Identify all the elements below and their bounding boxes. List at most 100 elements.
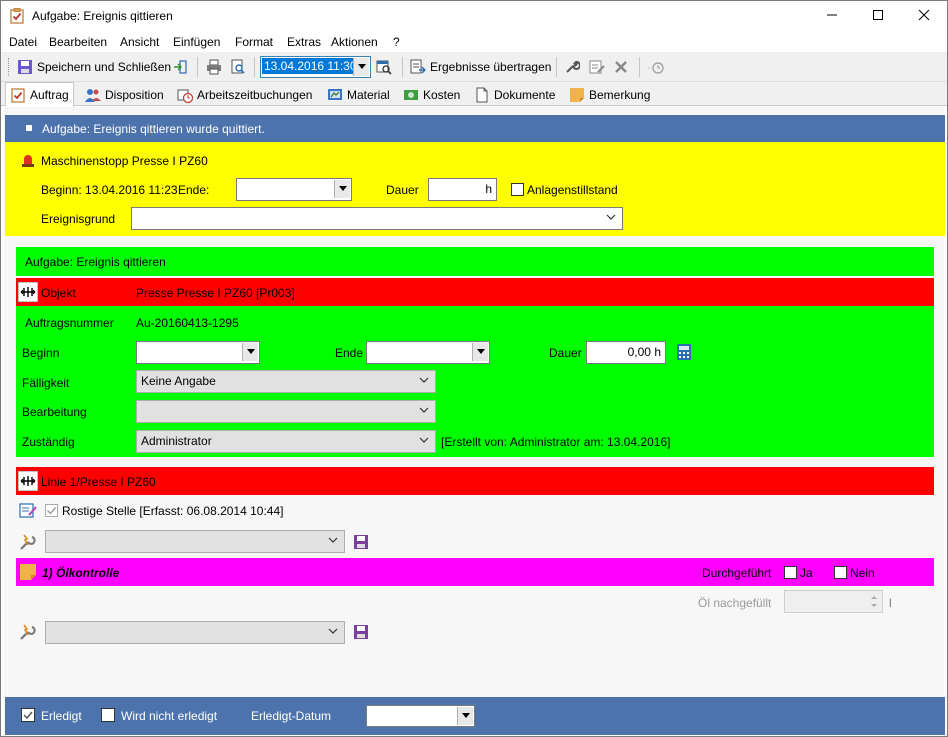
menu-format[interactable]: Format: [235, 35, 273, 49]
toolbar: Speichern und Schließen 13.04.2016 11:30…: [1, 52, 947, 82]
menu-ansicht[interactable]: Ansicht: [120, 35, 159, 49]
print-button[interactable]: [206, 56, 222, 78]
action-tools-icon[interactable]: [19, 533, 37, 551]
menu-einfuegen[interactable]: Einfügen: [173, 35, 220, 49]
date-picker-dropdown[interactable]: [353, 58, 369, 76]
save-icon: [18, 60, 32, 74]
line-action-select[interactable]: [45, 530, 345, 553]
task-duration-field[interactable]: 0,00 h: [586, 341, 666, 364]
event-end-dropdown[interactable]: [334, 180, 350, 198]
document-icon: [476, 87, 488, 103]
task-end-field[interactable]: [366, 341, 490, 364]
event-section: Maschinenstopp Presse I PZ60 Beginn: 13.…: [5, 142, 945, 236]
save-close-button[interactable]: Speichern und Schließen: [17, 56, 171, 78]
task-end-dropdown[interactable]: [472, 343, 488, 361]
edit-list-button[interactable]: [589, 56, 605, 78]
check-row: 1) Ölkontrolle Durchgeführt Ja Nein: [16, 558, 934, 586]
responsible-select[interactable]: Administrator: [136, 430, 436, 453]
task-duration-label: Dauer: [549, 346, 582, 360]
chevron-down-icon: [606, 214, 616, 220]
task-check-icon: [11, 87, 25, 103]
tab-disposition-label: Disposition: [105, 88, 164, 102]
close-button[interactable]: [901, 1, 947, 32]
done-date-label: Erledigt-Datum: [251, 709, 332, 723]
menu-help[interactable]: ?: [393, 35, 400, 49]
schedule-button[interactable]: [647, 56, 665, 78]
chevron-down-icon: [419, 437, 429, 443]
finding-edit-icon[interactable]: [19, 501, 37, 519]
exit-icon: [174, 60, 187, 74]
task-check-icon: [10, 8, 24, 24]
check-no-checkbox[interactable]: [834, 566, 847, 579]
chevron-down-icon: [476, 349, 485, 354]
calculator-icon[interactable]: [676, 343, 692, 361]
check-title: 1) Ölkontrolle: [42, 566, 120, 580]
window-title: Aufgabe: Ereignis qittieren: [32, 9, 173, 23]
tab-kosten[interactable]: Kosten: [399, 84, 464, 106]
tab-bemerkung[interactable]: Bemerkung: [565, 84, 654, 106]
check-done-label: Durchgeführt: [702, 566, 772, 580]
finding-checkbox[interactable]: [45, 504, 58, 517]
maximize-button[interactable]: [855, 1, 901, 32]
processing-select[interactable]: [136, 400, 436, 423]
check-yes-checkbox[interactable]: [784, 566, 797, 579]
transfer-results-button[interactable]: Ergebnisse übertragen: [410, 56, 551, 78]
edit-list-icon: [589, 60, 605, 74]
menu-extras[interactable]: Extras: [287, 35, 321, 49]
object-value: Presse Presse I PZ60 [Pr003]: [136, 286, 295, 300]
tab-disposition[interactable]: Disposition: [81, 84, 168, 106]
oil-refilled-unit: l: [889, 596, 892, 610]
menu-datei[interactable]: Datei: [9, 35, 37, 49]
task-begin-field[interactable]: [136, 341, 260, 364]
event-duration-field[interactable]: h: [428, 178, 497, 201]
save-icon[interactable]: [353, 534, 369, 550]
money-icon: [404, 90, 418, 100]
responsible-label: Zuständig: [22, 435, 75, 449]
due-select[interactable]: Keine Angabe: [136, 370, 436, 393]
done-checkbox[interactable]: [21, 708, 35, 722]
check-action-select[interactable]: [45, 621, 345, 644]
event-reason-select[interactable]: [131, 207, 623, 230]
downtime-checkbox[interactable]: [511, 183, 524, 196]
toolbar-separator: [197, 57, 198, 77]
wrench-icon: [566, 60, 580, 73]
menu-bar: Datei Bearbeiten Ansicht Einfügen Format…: [1, 32, 947, 52]
tab-arbeitszeitbuchungen[interactable]: Arbeitszeitbuchungen: [173, 84, 316, 106]
transfer-results-icon: [410, 59, 426, 74]
application-window: Aufgabe: Ereignis qittieren Datei Bearbe…: [0, 0, 948, 737]
date-picker[interactable]: 13.04.2016 11:30: [260, 56, 371, 78]
machine-icon: [18, 471, 38, 491]
done-date-dropdown[interactable]: [457, 707, 473, 725]
save-icon[interactable]: [353, 624, 369, 640]
chevron-down-icon: [357, 64, 366, 69]
menu-aktionen[interactable]: Aktionen: [331, 35, 378, 49]
tools-button[interactable]: [564, 56, 580, 78]
done-label: Erledigt: [41, 709, 82, 723]
menu-bearbeiten[interactable]: Bearbeiten: [49, 35, 107, 49]
action-tools-icon[interactable]: [19, 623, 37, 641]
delete-icon: [615, 61, 627, 73]
clock-arrow-icon: [648, 62, 664, 74]
check-no-label: Nein: [850, 566, 875, 580]
line-row: Linie 1/Presse I PZ60: [16, 467, 934, 495]
oil-refilled-field[interactable]: [784, 590, 883, 613]
delete-button[interactable]: [614, 56, 628, 78]
minimize-button[interactable]: [809, 1, 855, 32]
chevron-down-icon: [328, 537, 338, 543]
due-label: Fälligkeit: [22, 376, 70, 390]
tab-dokumente[interactable]: Dokumente: [470, 84, 559, 106]
tab-bemerkung-label: Bemerkung: [589, 88, 651, 102]
not-done-checkbox[interactable]: [101, 708, 115, 722]
exit-button[interactable]: [172, 56, 188, 78]
done-date-field[interactable]: [366, 705, 475, 727]
toolbar-separator: [556, 57, 557, 77]
event-end-field[interactable]: [236, 178, 352, 201]
chevron-down-icon: [419, 407, 429, 413]
tab-material[interactable]: Material: [323, 84, 394, 106]
task-begin-dropdown[interactable]: [242, 343, 258, 361]
oil-refilled-spinner[interactable]: [867, 592, 881, 611]
task-begin-label: Beginn: [22, 346, 60, 360]
print-preview-button[interactable]: [230, 56, 246, 78]
calendar-search-button[interactable]: [376, 56, 392, 78]
tab-auftrag[interactable]: Auftrag: [5, 82, 74, 107]
